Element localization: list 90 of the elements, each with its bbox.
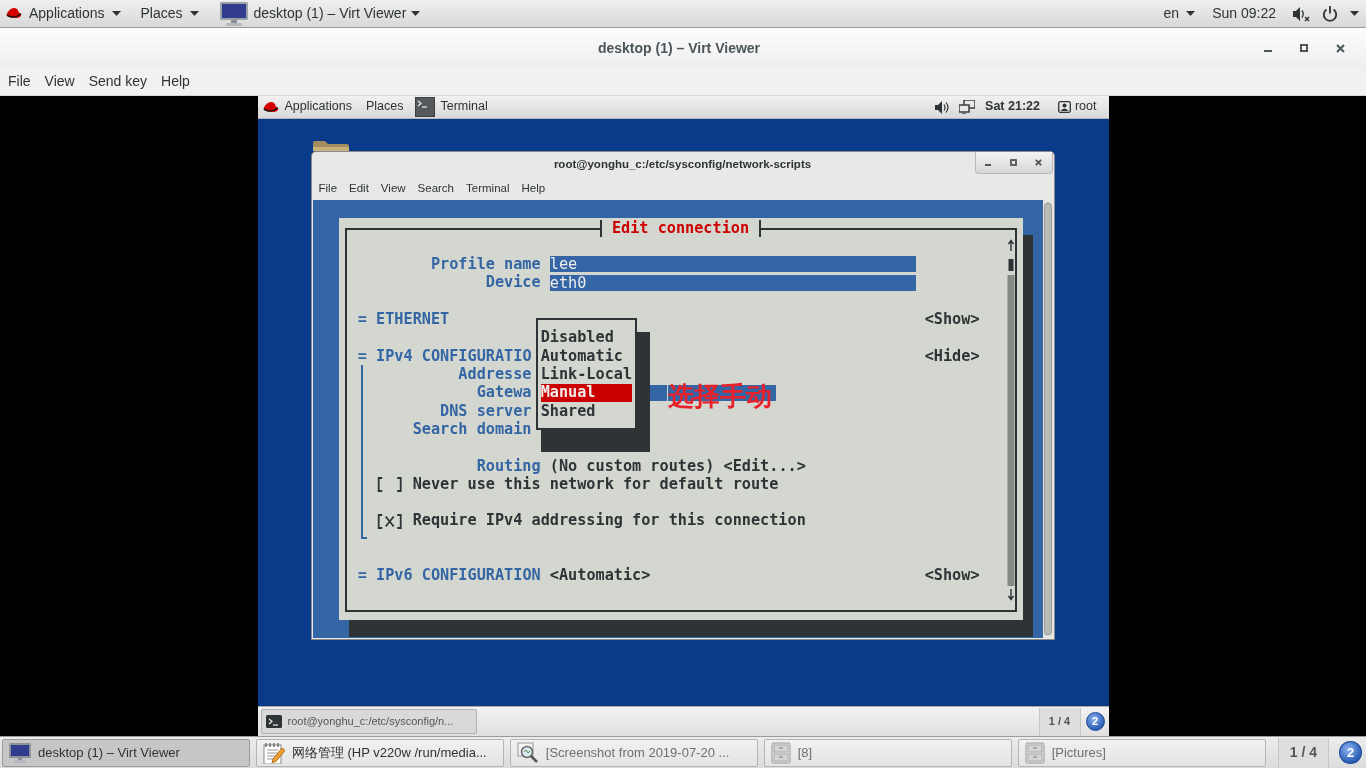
workspace-indicator[interactable]: 1 / 4 — [1038, 707, 1081, 736]
menu-item[interactable]: Search — [411, 180, 460, 198]
window-title: root@yonghu_c:/etc/sysconfig/network-scripts — [553, 157, 812, 173]
network-icon — [959, 100, 976, 114]
minimize-icon — [985, 164, 992, 166]
dropdown-option[interactable]: Shared — [540, 401, 633, 421]
caret-icon — [1186, 11, 1196, 16]
menu-item[interactable]: Terminal — [460, 180, 516, 198]
menu-item[interactable]: File — [1, 71, 38, 92]
monitor-icon — [9, 742, 31, 763]
places-menu[interactable]: Places — [365, 100, 404, 114]
field-label: DNS server — [440, 403, 532, 419]
places-menu[interactable]: Places — [140, 5, 199, 22]
user-menu[interactable]: root — [1057, 100, 1097, 114]
maximize-icon — [1010, 159, 1017, 166]
terminal-icon — [265, 715, 282, 728]
routes-summary: (No custom routes) — [549, 458, 715, 474]
section-heading: IPv4 CONFIGURATIO — [376, 348, 532, 364]
dialog-title: Edit connection — [599, 220, 762, 237]
file-cabinet-icon — [770, 741, 791, 764]
menu-item[interactable]: File — [312, 180, 344, 198]
taskbar-button[interactable]: [8] — [763, 738, 1012, 767]
taskbar-button[interactable]: [Pictures] — [1017, 738, 1266, 767]
field-label: Profile name — [430, 256, 541, 273]
edit-link[interactable]: <Edit...> — [723, 458, 806, 474]
text-field[interactable] — [650, 384, 668, 401]
method-selector[interactable]: <Automatic> — [549, 568, 651, 584]
status-menu[interactable] — [935, 100, 976, 114]
caret-icon — [111, 11, 121, 16]
window-menu[interactable]: desktop (1) – Virt Viewer — [218, 1, 421, 26]
applications-menu[interactable]: Applications — [29, 5, 121, 22]
folder-icon — [312, 140, 349, 151]
applications-menu[interactable]: Applications — [284, 100, 352, 114]
window-title: desktop (1) – Virt Viewer — [597, 38, 761, 58]
section-toggle[interactable]: <Show> — [924, 568, 980, 584]
muted-speaker-icon — [1293, 5, 1310, 22]
taskbar-button[interactable]: 网络管理 (HP v220w /run/media... — [255, 738, 504, 767]
clock[interactable]: Sun 09:22 — [1212, 5, 1276, 22]
taskbar-button[interactable]: root@yonghu_c:/etc/sysconfig/n... — [260, 709, 477, 734]
text-field[interactable]: lee — [549, 256, 916, 273]
field-label: Addresse — [458, 366, 532, 383]
section-toggle[interactable]: <Hide> — [924, 348, 980, 364]
menu-item[interactable]: View — [37, 71, 82, 92]
menu-item[interactable]: Help — [154, 71, 197, 92]
dropdown-option[interactable]: Manual — [540, 383, 633, 402]
minimize-icon — [1264, 50, 1272, 52]
notepad-icon — [262, 741, 285, 764]
caret-icon — [189, 11, 199, 16]
section-marker: = — [357, 348, 367, 364]
caret-icon — [411, 11, 421, 16]
checkbox-label: Never use this network for default route — [412, 476, 779, 493]
section-marker: = — [357, 311, 367, 328]
taskbar-button[interactable]: desktop (1) – Virt Viewer — [2, 738, 250, 767]
window-menu[interactable]: Terminal — [415, 97, 488, 117]
clock[interactable]: Sat 21:22 — [985, 100, 1040, 114]
hat-icon — [262, 100, 279, 114]
menu-item[interactable]: Send key — [81, 71, 155, 92]
menu-item[interactable]: Help — [515, 180, 552, 198]
checkbox[interactable] — [376, 476, 404, 492]
keyboard-layout-menu[interactable]: en — [1163, 5, 1196, 22]
field-label: Search domain — [412, 421, 532, 438]
field-label: Device — [485, 275, 541, 291]
user-icon — [1057, 101, 1071, 113]
dropdown-option[interactable]: Automatic — [540, 346, 633, 366]
menu-item[interactable]: Edit — [343, 180, 375, 198]
close-icon — [1335, 43, 1345, 53]
dropdown-option[interactable]: Disabled — [540, 328, 633, 347]
dropdown-option[interactable]: Link-Local — [540, 365, 633, 384]
system-menu[interactable] — [1293, 5, 1359, 22]
menu-item[interactable]: View — [374, 180, 412, 198]
workspace-indicator[interactable]: 1 / 4 — [1277, 737, 1330, 768]
hat-icon — [6, 7, 22, 20]
field-label: Routing — [476, 458, 541, 474]
section-marker: = — [357, 568, 367, 584]
magnifier-icon — [516, 741, 539, 764]
monitor-icon — [218, 1, 249, 26]
field-label: Gatewa — [476, 385, 532, 401]
maximize-icon — [1300, 44, 1308, 52]
caret-icon — [1350, 11, 1359, 16]
power-icon — [1322, 5, 1338, 22]
close-icon — [1035, 159, 1043, 166]
text-field[interactable]: eth0 — [549, 274, 916, 291]
section-toggle[interactable]: <Show> — [924, 311, 980, 328]
taskbar-button[interactable]: [Screenshot from 2019-07-20 ... — [509, 738, 758, 767]
checkbox[interactable] — [376, 513, 404, 529]
speaker-icon — [935, 100, 950, 114]
checkbox-label: Require IPv4 addressing for this connection — [412, 513, 806, 529]
file-cabinet-icon — [1024, 741, 1045, 764]
section-heading: ETHERNET — [376, 311, 450, 328]
section-heading: IPv6 CONFIGURATION — [376, 568, 541, 584]
